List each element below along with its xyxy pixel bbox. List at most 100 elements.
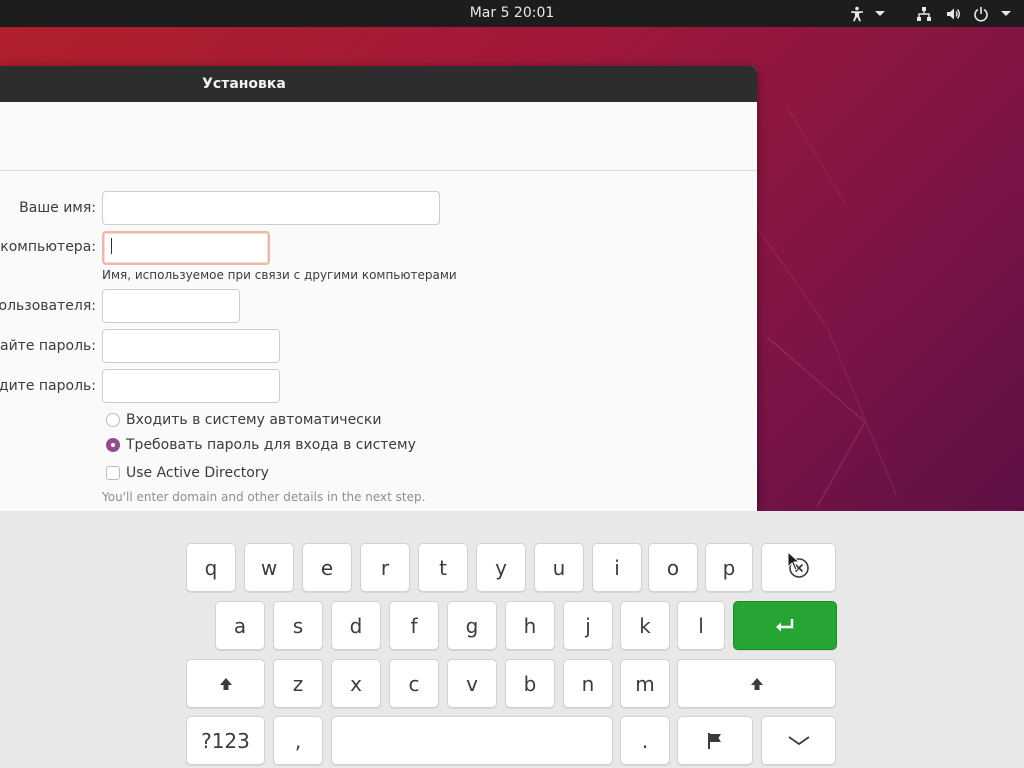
key-label: o — [666, 555, 680, 580]
key-t[interactable]: t — [418, 543, 468, 592]
dropdown-arrow-icon — [1001, 11, 1011, 16]
key-b[interactable]: b — [505, 659, 555, 708]
key-label: z — [292, 671, 304, 696]
login-password-label: Требовать пароль для входа в систему — [126, 437, 416, 453]
key-label: t — [439, 555, 447, 580]
key-label: r — [380, 555, 390, 580]
shift-icon — [749, 676, 765, 692]
active-directory-label: Use Active Directory — [126, 465, 269, 481]
key-z[interactable]: z — [273, 659, 323, 708]
computer-name-label: о компьютера: — [0, 239, 96, 255]
key-label: d — [349, 613, 363, 638]
mouse-pointer-icon — [787, 551, 801, 571]
key-label: , — [294, 728, 302, 753]
key-p[interactable]: p — [705, 543, 753, 592]
key-e[interactable]: e — [302, 543, 352, 592]
key-label: s — [292, 613, 304, 638]
key-s[interactable]: s — [273, 601, 323, 650]
network-icon — [916, 6, 932, 22]
key-q[interactable]: q — [186, 543, 236, 592]
wallpaper-decoration — [757, 106, 898, 508]
enter-icon — [774, 617, 796, 635]
key-label: m — [635, 671, 655, 696]
computer-name-input[interactable] — [102, 231, 270, 265]
key-label: c — [408, 671, 420, 696]
login-auto-option[interactable]: Входить в систему автоматически — [106, 412, 381, 428]
key-shift-right[interactable] — [677, 659, 836, 708]
window-title: Установка — [202, 76, 286, 92]
login-password-option[interactable]: Требовать пароль для входа в систему — [106, 437, 416, 453]
username-label: пользователя: — [0, 298, 96, 314]
login-auto-radio[interactable] — [106, 413, 120, 427]
password-input[interactable] — [102, 329, 280, 363]
active-directory-option[interactable]: Use Active Directory — [106, 465, 269, 481]
login-auto-label: Входить в систему автоматически — [126, 412, 382, 428]
key-label: y — [495, 555, 507, 580]
key-label: p — [722, 555, 736, 580]
key-d[interactable]: d — [331, 601, 381, 650]
key-l[interactable]: l — [677, 601, 725, 650]
accessibility-icon — [849, 6, 865, 22]
key-label: x — [350, 671, 362, 696]
key-i[interactable]: i — [592, 543, 642, 592]
name-input[interactable] — [102, 191, 440, 225]
key-comma[interactable]: , — [273, 716, 323, 765]
key-m[interactable]: m — [620, 659, 670, 708]
login-password-radio[interactable] — [106, 438, 120, 452]
active-directory-checkbox[interactable] — [106, 466, 120, 480]
name-label: Ваше имя: — [19, 200, 96, 216]
key-w[interactable]: w — [244, 543, 294, 592]
key-label: . — [641, 728, 649, 753]
key-u[interactable]: u — [534, 543, 584, 592]
key-label: k — [639, 613, 651, 638]
language-flag-icon — [706, 732, 724, 750]
key-enter[interactable] — [733, 601, 837, 650]
key-k[interactable]: k — [620, 601, 670, 650]
dropdown-arrow-icon — [875, 11, 885, 16]
key-period[interactable]: . — [620, 716, 670, 765]
key-label: q — [204, 555, 218, 580]
key-symbols[interactable]: ?123 — [186, 716, 265, 765]
installer-window: Установка Ваше имя: о компьютера: Имя, и… — [0, 66, 757, 511]
on-screen-keyboard: q w e r t y u i o p a s d f g h j k l z … — [0, 511, 1024, 768]
confirm-password-label: одите пароль: — [0, 378, 96, 394]
key-y[interactable]: y — [476, 543, 526, 592]
key-x[interactable]: x — [331, 659, 381, 708]
computer-name-hint: Имя, используемое при связи с другими ко… — [102, 268, 457, 282]
key-o[interactable]: o — [648, 543, 698, 592]
key-j[interactable]: j — [563, 601, 613, 650]
key-label: f — [410, 613, 418, 638]
key-label: h — [523, 613, 537, 638]
key-label: e — [320, 555, 334, 580]
system-menu[interactable] — [916, 0, 1011, 27]
key-a[interactable]: a — [215, 601, 265, 650]
username-input[interactable] — [102, 289, 240, 323]
volume-icon — [945, 6, 961, 22]
accessibility-menu[interactable] — [849, 0, 885, 27]
key-label: u — [552, 555, 566, 580]
key-n[interactable]: n — [563, 659, 613, 708]
key-hide-keyboard[interactable] — [761, 716, 836, 765]
confirm-password-input[interactable] — [102, 369, 280, 403]
text-cursor — [111, 238, 112, 254]
key-label: n — [581, 671, 595, 696]
key-label: j — [585, 613, 591, 638]
key-f[interactable]: f — [389, 601, 439, 650]
active-directory-hint: You'll enter domain and other details in… — [102, 490, 426, 504]
key-space[interactable] — [331, 716, 613, 765]
key-label: i — [614, 555, 620, 580]
key-shift-left[interactable] — [186, 659, 265, 708]
key-label: a — [233, 613, 247, 638]
key-h[interactable]: h — [505, 601, 555, 650]
window-titlebar[interactable]: Установка — [0, 66, 757, 102]
hide-keyboard-icon — [787, 735, 811, 747]
key-label: b — [523, 671, 537, 696]
header-separator — [0, 170, 757, 171]
key-g[interactable]: g — [447, 601, 497, 650]
key-label: v — [466, 671, 478, 696]
key-v[interactable]: v — [447, 659, 497, 708]
key-language[interactable] — [677, 716, 753, 765]
key-label: w — [260, 555, 278, 580]
key-r[interactable]: r — [360, 543, 410, 592]
key-c[interactable]: c — [389, 659, 439, 708]
